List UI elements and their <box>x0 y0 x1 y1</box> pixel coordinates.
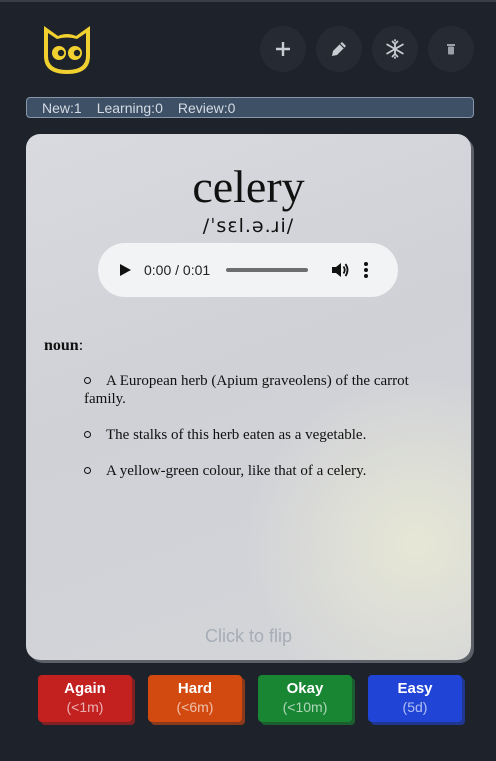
audio-time: 0:00 / 0:01 <box>144 262 211 278</box>
trash-icon <box>447 44 455 55</box>
snowflake-icon <box>386 39 404 59</box>
easy-interval: (5d) <box>402 699 428 715</box>
stat-new: New:1 <box>42 99 82 116</box>
hard-button[interactable]: Hard (<6m) <box>148 675 242 722</box>
card-word: celery <box>192 161 305 212</box>
play-icon[interactable] <box>118 263 132 277</box>
definition-item: A yellow-green colour, like that of a ce… <box>84 462 444 480</box>
flip-hint: Click to flip <box>204 626 293 646</box>
cat-logo-icon <box>44 26 90 74</box>
hard-label: Hard <box>177 680 213 697</box>
settings-button[interactable] <box>372 26 418 72</box>
audio-seek-bar[interactable] <box>226 268 308 272</box>
deck-stats-bar: New:1 Learning:0 Review:0 <box>26 97 474 118</box>
more-options-icon[interactable] <box>363 261 369 279</box>
again-button[interactable]: Again (<1m) <box>38 675 132 722</box>
okay-interval: (<10m) <box>282 699 328 715</box>
card-pronunciation: /ˈsɛl.ə.ɹi/ <box>202 215 295 237</box>
hard-interval: (<6m) <box>176 699 214 715</box>
add-button[interactable] <box>260 26 306 72</box>
toolbar <box>260 26 474 72</box>
flashcard[interactable]: celery /ˈsɛl.ə.ɹi/ 0:00 / 0:01 noun: A E… <box>26 134 471 660</box>
delete-button[interactable] <box>428 26 474 72</box>
easy-button[interactable]: Easy (5d) <box>368 675 462 722</box>
audio-player: 0:00 / 0:01 <box>98 243 398 297</box>
window-top-border <box>0 0 496 2</box>
part-of-speech-label: noun <box>44 337 79 354</box>
definition-item: A European herb (Apium graveolens) of th… <box>84 372 444 408</box>
again-interval: (<1m) <box>66 699 104 715</box>
pencil-icon <box>332 42 346 56</box>
definition-item: The stalks of this herb eaten as a veget… <box>84 426 444 444</box>
volume-icon[interactable] <box>331 261 349 279</box>
plus-icon <box>276 42 290 56</box>
stat-review: Review:0 <box>177 99 236 116</box>
stat-learning: Learning:0 <box>96 99 163 116</box>
okay-label: Okay <box>286 680 324 697</box>
definition-list: A European herb (Apium graveolens) of th… <box>84 372 444 498</box>
okay-button[interactable]: Okay (<10m) <box>258 675 352 722</box>
edit-button[interactable] <box>316 26 362 72</box>
part-of-speech: noun: <box>44 337 84 354</box>
again-label: Again <box>64 680 106 697</box>
easy-label: Easy <box>397 680 433 697</box>
answer-buttons: Again (<1m) Hard (<6m) Okay (<10m) Easy … <box>38 675 462 722</box>
